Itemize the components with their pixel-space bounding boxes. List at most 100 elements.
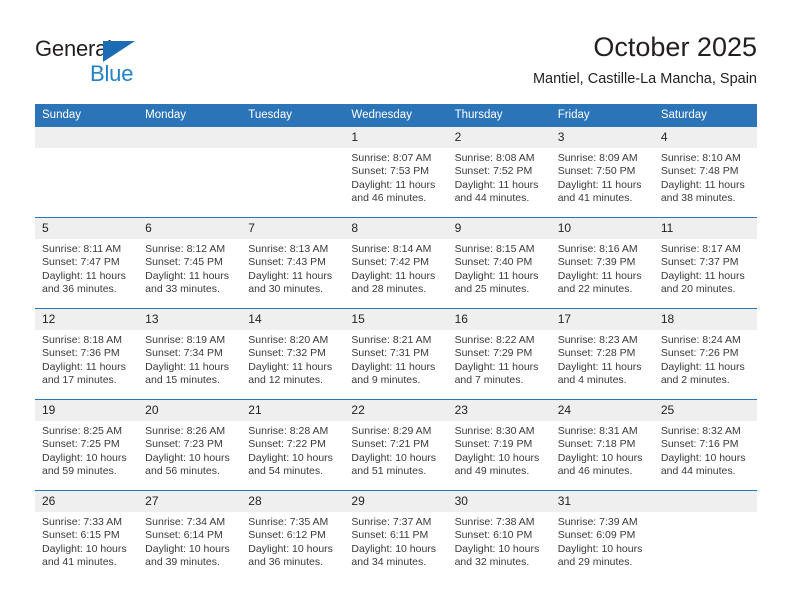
calendar-day-cell[interactable]: 4 Sunrise: 8:10 AM Sunset: 7:48 PM Daylight… bbox=[653, 127, 757, 218]
calendar-day-cell[interactable]: 11 Sunrise: 8:17 AM Sunset: 7:37 PM Dayligh… bbox=[653, 217, 757, 309]
day-cell-content: 6 Sunrise: 8:12 AM Sunset: 7:45 PM Daylight… bbox=[138, 218, 242, 308]
general-blue-logo[interactable]: General Blue bbox=[35, 38, 165, 86]
calendar-day-cell[interactable]: 20 Sunrise: 8:26 AM Sunset: 7:23 PM Dayligh… bbox=[138, 399, 242, 491]
calendar-day-cell[interactable]: 24 Sunrise: 8:31 AM Sunset: 7:18 PM Dayligh… bbox=[550, 399, 654, 491]
calendar-day-cell[interactable]: 8 Sunrise: 8:14 AM Sunset: 7:42 PM Daylight… bbox=[344, 217, 448, 309]
calendar-day-cell[interactable]: 26 Sunrise: 7:33 AM Sunset: 6:15 PM Dayligh… bbox=[35, 490, 139, 581]
sunset-time: Sunset: 7:29 PM bbox=[454, 347, 533, 360]
daylight-duration-line2: and 9 minutes. bbox=[351, 374, 421, 387]
calendar-day-cell[interactable]: 30 Sunrise: 7:38 AM Sunset: 6:10 PM Dayligh… bbox=[447, 490, 551, 581]
daylight-duration-line2: and 56 minutes. bbox=[145, 465, 220, 478]
day-details: Sunrise: 8:26 AM Sunset: 7:23 PM Daylight:… bbox=[138, 421, 241, 479]
day-details: Sunrise: 7:35 AM Sunset: 6:12 PM Daylight:… bbox=[241, 512, 344, 570]
daylight-duration-line2: and 15 minutes. bbox=[145, 374, 220, 387]
logo-general-label: General bbox=[35, 36, 112, 61]
daylight-duration-line1: Daylight: 10 hours bbox=[42, 451, 127, 464]
calendar-day-cell[interactable]: 7 Sunrise: 8:13 AM Sunset: 7:43 PM Daylight… bbox=[241, 217, 345, 309]
calendar-week-row: 19 Sunrise: 8:25 AM Sunset: 7:25 PM Dayligh… bbox=[35, 399, 757, 491]
calendar-day-cell[interactable]: 25 Sunrise: 8:32 AM Sunset: 7:16 PM Dayligh… bbox=[653, 399, 757, 491]
day-details: Sunrise: 8:09 AM Sunset: 7:50 PM Daylight:… bbox=[551, 148, 654, 206]
calendar-day-cell[interactable]: 1 Sunrise: 8:07 AM Sunset: 7:53 PM Daylight… bbox=[344, 127, 448, 218]
sunrise-time: Sunrise: 8:22 AM bbox=[454, 334, 535, 346]
day-number bbox=[241, 127, 345, 148]
daylight-duration-line1: Daylight: 10 hours bbox=[557, 542, 643, 555]
sunrise-time: Sunrise: 8:09 AM bbox=[557, 152, 638, 164]
daylight-duration-line2: and 29 minutes. bbox=[557, 556, 633, 569]
sunrise-time: Sunrise: 8:19 AM bbox=[145, 334, 226, 346]
day-number: 18 bbox=[653, 309, 757, 330]
calendar-day-cell[interactable]: 21 Sunrise: 8:28 AM Sunset: 7:22 PM Dayligh… bbox=[241, 399, 345, 491]
daylight-duration-line1: Daylight: 10 hours bbox=[454, 451, 540, 464]
calendar-day-cell[interactable]: 28 Sunrise: 7:35 AM Sunset: 6:12 PM Dayligh… bbox=[241, 490, 345, 581]
day-cell-content: 3 Sunrise: 8:09 AM Sunset: 7:50 PM Daylight… bbox=[550, 127, 654, 217]
day-details: Sunrise: 8:21 AM Sunset: 7:31 PM Daylight:… bbox=[344, 330, 447, 388]
sunrise-time: Sunrise: 8:11 AM bbox=[42, 243, 122, 255]
daylight-duration-line2: and 41 minutes. bbox=[42, 556, 117, 569]
daylight-duration-line1: Daylight: 11 hours bbox=[42, 360, 126, 373]
day-details: Sunrise: 8:30 AM Sunset: 7:19 PM Daylight:… bbox=[448, 421, 551, 479]
day-cell-content: 31 Sunrise: 7:39 AM Sunset: 6:09 PM Dayligh… bbox=[550, 491, 654, 581]
calendar-day-cell[interactable]: 15 Sunrise: 8:21 AM Sunset: 7:31 PM Dayligh… bbox=[344, 308, 448, 400]
calendar-day-cell[interactable]: 17 Sunrise: 8:23 AM Sunset: 7:28 PM Dayligh… bbox=[550, 308, 654, 400]
calendar-day-cell[interactable]: 12 Sunrise: 8:18 AM Sunset: 7:36 PM Dayligh… bbox=[35, 308, 139, 400]
day-number: 30 bbox=[447, 491, 551, 512]
calendar-day-cell[interactable]: 10 Sunrise: 8:16 AM Sunset: 7:39 PM Dayligh… bbox=[550, 217, 654, 309]
sunrise-time: Sunrise: 8:07 AM bbox=[351, 152, 432, 164]
sunrise-time: Sunrise: 8:18 AM bbox=[42, 334, 122, 346]
daylight-duration-line2: and 12 minutes. bbox=[248, 374, 323, 387]
calendar-day-cell[interactable]: 27 Sunrise: 7:34 AM Sunset: 6:14 PM Dayligh… bbox=[138, 490, 242, 581]
calendar-day-cell[interactable]: 22 Sunrise: 8:29 AM Sunset: 7:21 PM Dayligh… bbox=[344, 399, 448, 491]
day-number bbox=[35, 127, 139, 148]
day-number: 26 bbox=[35, 491, 139, 512]
calendar-day-cell[interactable]: 9 Sunrise: 8:15 AM Sunset: 7:40 PM Daylight… bbox=[447, 217, 551, 309]
sunrise-time: Sunrise: 8:21 AM bbox=[351, 334, 432, 346]
sunrise-time: Sunrise: 8:32 AM bbox=[660, 425, 741, 437]
day-details: Sunrise: 8:19 AM Sunset: 7:34 PM Daylight:… bbox=[138, 330, 241, 388]
weekday-header-friday: Friday bbox=[550, 104, 654, 127]
calendar-day-cell[interactable]: 19 Sunrise: 8:25 AM Sunset: 7:25 PM Dayligh… bbox=[35, 399, 139, 491]
daylight-duration-line2: and 34 minutes. bbox=[351, 556, 427, 569]
daylight-duration-line1: Daylight: 11 hours bbox=[660, 269, 745, 282]
day-cell-content bbox=[35, 127, 139, 217]
calendar-day-cell[interactable]: 31 Sunrise: 7:39 AM Sunset: 6:09 PM Dayligh… bbox=[550, 490, 654, 581]
sunset-time: Sunset: 7:22 PM bbox=[248, 438, 326, 451]
calendar-day-cell[interactable]: 29 Sunrise: 7:37 AM Sunset: 6:11 PM Dayligh… bbox=[344, 490, 448, 581]
daylight-duration-line1: Daylight: 11 hours bbox=[660, 360, 745, 373]
day-details: Sunrise: 8:20 AM Sunset: 7:32 PM Daylight:… bbox=[241, 330, 344, 388]
calendar-day-cell[interactable]: 3 Sunrise: 8:09 AM Sunset: 7:50 PM Daylight… bbox=[550, 127, 654, 218]
calendar-day-cell[interactable]: 2 Sunrise: 8:08 AM Sunset: 7:52 PM Daylight… bbox=[447, 127, 551, 218]
day-cell-content: 29 Sunrise: 7:37 AM Sunset: 6:11 PM Dayligh… bbox=[344, 491, 448, 581]
calendar-day-cell[interactable]: 23 Sunrise: 8:30 AM Sunset: 7:19 PM Dayligh… bbox=[447, 399, 551, 491]
day-number: 20 bbox=[138, 400, 242, 421]
calendar-day-cell[interactable]: 16 Sunrise: 8:22 AM Sunset: 7:29 PM Dayligh… bbox=[447, 308, 551, 400]
daylight-duration-line1: Daylight: 10 hours bbox=[145, 542, 230, 555]
day-cell-content: 28 Sunrise: 7:35 AM Sunset: 6:12 PM Dayligh… bbox=[241, 491, 345, 581]
day-details: Sunrise: 8:11 AM Sunset: 7:47 PM Daylight:… bbox=[35, 239, 138, 297]
daylight-duration-line1: Daylight: 10 hours bbox=[248, 542, 333, 555]
calendar-day-cell[interactable]: 5 Sunrise: 8:11 AM Sunset: 7:47 PM Daylight… bbox=[35, 217, 139, 309]
sunrise-time: Sunrise: 7:34 AM bbox=[145, 516, 226, 528]
sunrise-time: Sunrise: 8:10 AM bbox=[660, 152, 741, 164]
sunrise-time: Sunrise: 8:26 AM bbox=[145, 425, 226, 437]
weekday-header-monday: Monday bbox=[138, 104, 242, 127]
sunset-time: Sunset: 7:23 PM bbox=[145, 438, 223, 451]
day-cell-content: 21 Sunrise: 8:28 AM Sunset: 7:22 PM Dayligh… bbox=[241, 400, 345, 490]
daylight-duration-line1: Daylight: 10 hours bbox=[660, 451, 746, 464]
day-number bbox=[653, 491, 757, 512]
daylight-duration-line2: and 22 minutes. bbox=[557, 283, 633, 296]
day-cell-content: 20 Sunrise: 8:26 AM Sunset: 7:23 PM Dayligh… bbox=[138, 400, 242, 490]
sunset-time: Sunset: 7:26 PM bbox=[660, 347, 739, 360]
day-number: 1 bbox=[344, 127, 448, 148]
calendar-day-cell[interactable]: 6 Sunrise: 8:12 AM Sunset: 7:45 PM Daylight… bbox=[138, 217, 242, 309]
day-cell-content: 23 Sunrise: 8:30 AM Sunset: 7:19 PM Dayligh… bbox=[447, 400, 551, 490]
calendar-day-cell[interactable]: 18 Sunrise: 8:24 AM Sunset: 7:26 PM Dayligh… bbox=[653, 308, 757, 400]
sunset-time: Sunset: 7:31 PM bbox=[351, 347, 430, 360]
day-number: 14 bbox=[241, 309, 345, 330]
day-cell-content: 24 Sunrise: 8:31 AM Sunset: 7:18 PM Dayligh… bbox=[550, 400, 654, 490]
sunrise-time: Sunrise: 8:15 AM bbox=[454, 243, 535, 255]
calendar-day-cell[interactable]: 13 Sunrise: 8:19 AM Sunset: 7:34 PM Dayligh… bbox=[138, 308, 242, 400]
weekday-header-wednesday: Wednesday bbox=[344, 104, 448, 127]
calendar-day-cell[interactable]: 14 Sunrise: 8:20 AM Sunset: 7:32 PM Dayligh… bbox=[241, 308, 345, 400]
day-number: 5 bbox=[35, 218, 139, 239]
sunset-time: Sunset: 7:50 PM bbox=[557, 165, 636, 178]
